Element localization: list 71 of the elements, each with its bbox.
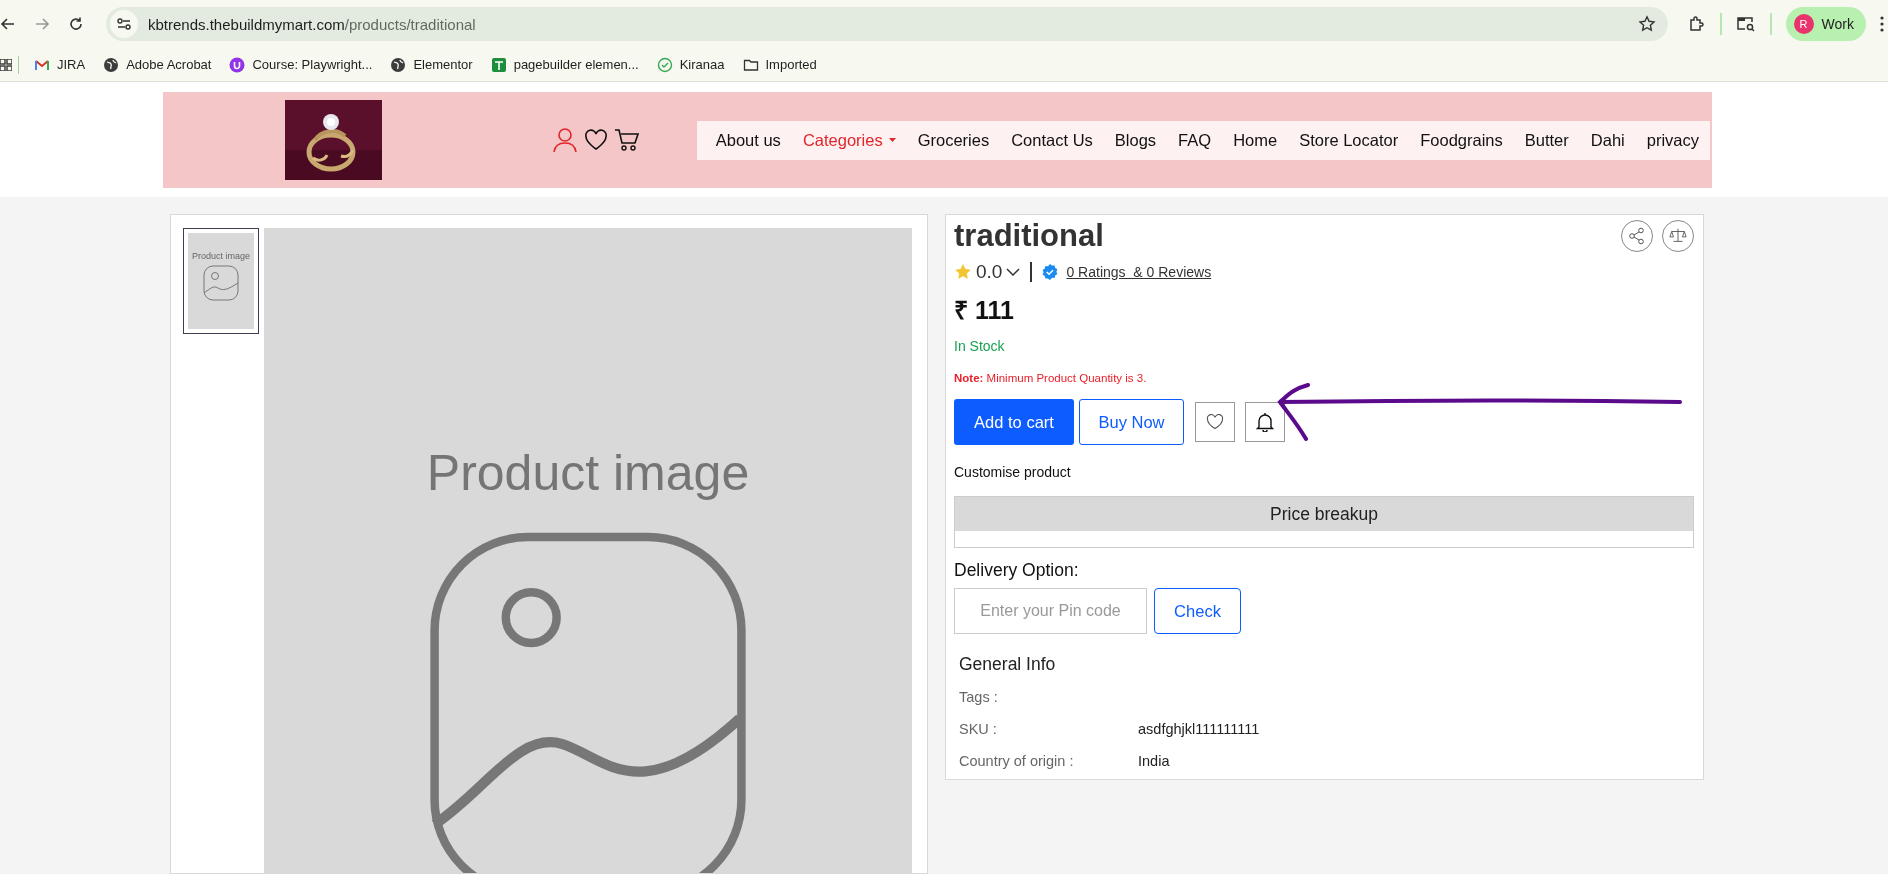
nav-link[interactable]: Store Locator xyxy=(1288,130,1410,150)
rating-value: 0.0 xyxy=(976,261,1003,283)
reload-icon[interactable] xyxy=(68,16,84,32)
bell-icon xyxy=(1256,412,1274,432)
price-breakup-header[interactable]: Price breakup xyxy=(955,497,1693,531)
info-label: SKU : xyxy=(959,721,998,737)
info-value: India xyxy=(1138,753,1171,769)
stock-status: In Stock xyxy=(954,338,1006,354)
price-text: ₹ 111 xyxy=(954,295,1015,326)
pincode-field[interactable]: Enter your Pin code xyxy=(954,588,1147,634)
apps-icon[interactable] xyxy=(0,58,12,71)
nav-link[interactable]: About us xyxy=(704,130,792,150)
nav-link[interactable]: Dahi xyxy=(1579,130,1636,150)
nav-link[interactable]: Butter xyxy=(1513,130,1580,150)
heart-icon[interactable] xyxy=(584,129,608,151)
bookmark-link[interactable]: JIRA xyxy=(25,56,95,73)
verified-badge-icon xyxy=(1042,264,1059,280)
star-icon xyxy=(954,263,972,281)
more-menu-icon[interactable] xyxy=(1880,16,1884,32)
info-value: asdfghjkl111111111 xyxy=(1138,721,1261,737)
add-to-cart-button[interactable]: Add to cart xyxy=(954,399,1074,445)
customise-text: Customise product xyxy=(954,464,1072,480)
share-button[interactable] xyxy=(1621,220,1653,252)
extensions-icon[interactable] xyxy=(1687,15,1706,33)
user-icon[interactable] xyxy=(552,127,578,153)
cart-icon[interactable] xyxy=(614,128,640,152)
forward-icon[interactable] xyxy=(34,16,50,32)
back-icon[interactable] xyxy=(0,16,16,32)
note-text: Note: Minimum Product Quantity is 3. xyxy=(954,372,1148,384)
nav-link[interactable]: Blogs xyxy=(1103,130,1168,150)
bookmark-link[interactable]: pagebuilder elemen... xyxy=(481,56,648,73)
scale-icon xyxy=(1669,227,1687,245)
bookmark-link[interactable]: Adobe Acrobat xyxy=(94,56,221,73)
heart-icon xyxy=(1206,414,1224,430)
site-settings-icon[interactable] xyxy=(116,16,132,32)
profile-button[interactable]: R Work xyxy=(1785,7,1866,41)
thumbnail[interactable]: Product image xyxy=(183,228,259,334)
nav-link[interactable]: privacy xyxy=(1635,130,1710,150)
star-icon[interactable] xyxy=(1637,15,1656,33)
info-label: Country of origin : xyxy=(959,753,1075,769)
globe-icon xyxy=(103,56,120,73)
tab-search-icon[interactable] xyxy=(1735,15,1756,33)
product-title: traditional xyxy=(954,217,1104,255)
circle-logo-icon xyxy=(229,56,246,73)
bookmark-link[interactable]: Imported xyxy=(733,56,826,73)
nav-link[interactable]: Home xyxy=(1222,130,1289,150)
check-circle-icon xyxy=(656,56,673,73)
image-icon xyxy=(203,265,239,301)
delivery-label: Delivery Option: xyxy=(954,560,1080,581)
nav-link[interactable]: Categories xyxy=(791,130,907,150)
buy-now-button[interactable]: Buy Now xyxy=(1079,399,1184,445)
globe-icon xyxy=(390,56,407,73)
reviews-link[interactable]: 0 Ratings & 0 Reviews xyxy=(1066,264,1212,280)
spreadsheet-icon xyxy=(490,56,507,73)
nav-link[interactable]: Contact Us xyxy=(1000,130,1104,150)
nav-link[interactable]: Groceries xyxy=(906,130,1001,150)
section-title: General Info xyxy=(959,654,1057,675)
notify-button[interactable] xyxy=(1245,402,1285,442)
bookmark-link[interactable]: Elementor xyxy=(381,56,482,73)
nav-link[interactable]: FAQ xyxy=(1167,130,1223,150)
nav-link[interactable]: Foodgrains xyxy=(1409,130,1514,150)
compare-button[interactable] xyxy=(1662,220,1694,252)
wishlist-button[interactable] xyxy=(1195,402,1235,442)
check-button[interactable]: Check xyxy=(1154,588,1241,634)
placeholder-text: Product image xyxy=(426,448,750,498)
placeholder-text: Product image xyxy=(192,251,250,261)
share-icon xyxy=(1628,227,1646,245)
bookmark-link[interactable]: Kiranaa xyxy=(647,56,734,73)
bookmark-link[interactable]: Course: Playwright... xyxy=(220,56,382,73)
chevron-down-icon[interactable] xyxy=(1006,268,1021,276)
info-label: Tags : xyxy=(959,689,999,705)
